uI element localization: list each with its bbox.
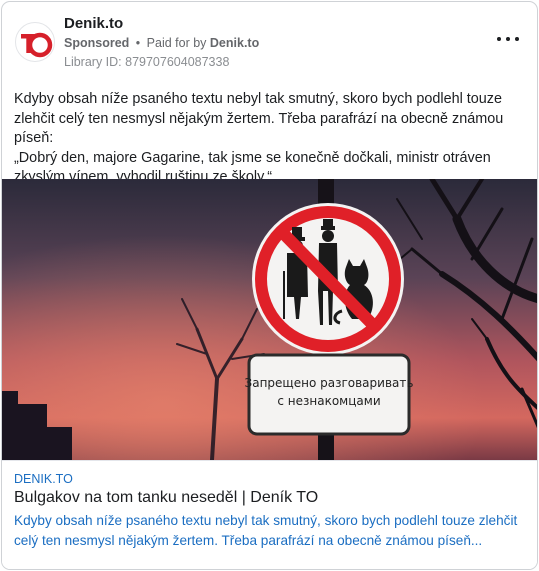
more-dot-icon xyxy=(506,37,510,41)
ad-header: Denik.to Sponsored • Paid for by Denik.t… xyxy=(2,2,537,82)
link-domain[interactable]: DENIK.TO xyxy=(14,472,73,486)
meta-separator: • xyxy=(135,36,141,50)
link-preview[interactable]: DENIK.TO Bulgakov na tom tanku neseděl |… xyxy=(2,460,537,569)
more-dot-icon xyxy=(497,37,501,41)
page-avatar-logo[interactable] xyxy=(15,22,55,62)
text-sign-plate: Запрещено разговаривать с незнакомцами xyxy=(245,353,414,436)
ad-card: Denik.to Sponsored • Paid for by Denik.t… xyxy=(1,1,538,570)
link-headline[interactable]: Bulgakov na tom tanku neseděl | Deník TO xyxy=(14,489,318,507)
ad-image[interactable]: Запрещено разговаривать с незнакомцами xyxy=(2,179,538,460)
sign-text-line1: Запрещено разговаривать xyxy=(245,376,414,390)
denik-to-logo-icon xyxy=(21,32,53,58)
more-options-button[interactable] xyxy=(497,32,519,46)
sign-text-line2: с незнакомцами xyxy=(277,394,380,408)
link-description[interactable]: Kdyby obsah níže psaného textu nebyl tak… xyxy=(14,511,519,550)
paid-for-prefix: Paid for by xyxy=(146,36,207,50)
page-name-link[interactable]: Denik.to xyxy=(64,15,123,32)
sponsored-label: Sponsored xyxy=(64,36,130,50)
sponsored-meta: Sponsored • Paid for by Denik.to xyxy=(64,36,259,50)
library-id: Library ID: 879707604087338 xyxy=(64,55,230,69)
payer-name[interactable]: Denik.to xyxy=(210,36,259,50)
more-dot-icon xyxy=(515,37,519,41)
ad-primary-text: Kdyby obsah níže psaného textu nebyl tak… xyxy=(14,91,504,185)
prohibition-sign xyxy=(252,203,404,355)
